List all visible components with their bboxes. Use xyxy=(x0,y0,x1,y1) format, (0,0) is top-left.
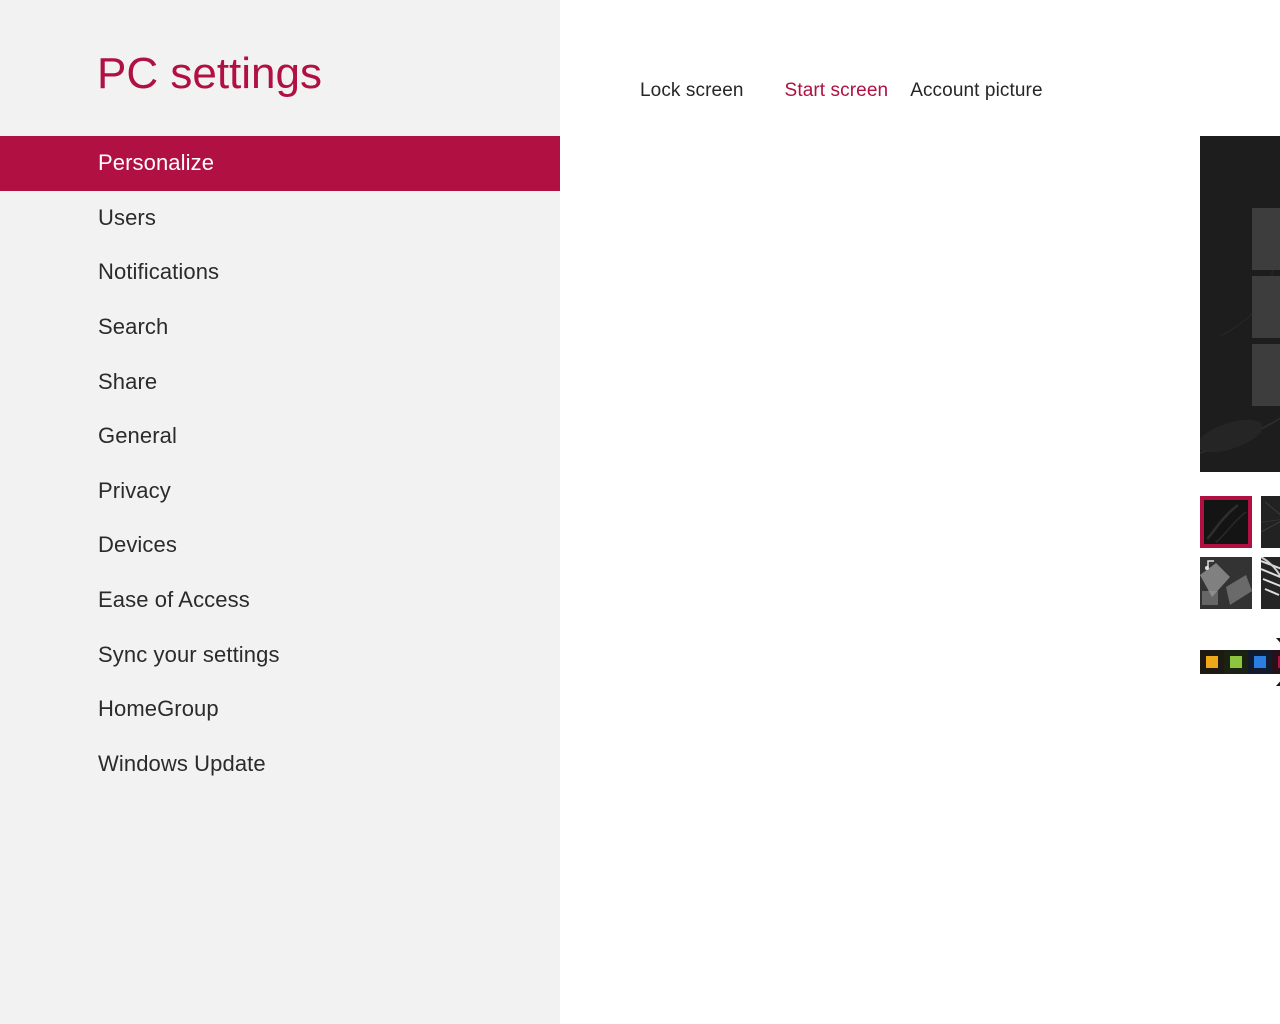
sidebar-item-notifications[interactable]: Notifications xyxy=(0,245,560,300)
sidebar-item-devices[interactable]: Devices xyxy=(0,518,560,573)
sidebar-item-label: Share xyxy=(98,368,158,394)
pc-settings-window: PC settings Personalize Users Notification… xyxy=(0,0,1280,1024)
color-swatch-inner xyxy=(1206,656,1218,668)
sidebar-item-privacy[interactable]: Privacy xyxy=(0,464,560,519)
sidebar-item-users[interactable]: Users xyxy=(0,191,560,246)
sidebar-item-label: Search xyxy=(98,314,169,340)
sidebar-nav-list: Personalize Users Notifications Search Share… xyxy=(0,136,560,791)
color-swatch[interactable] xyxy=(1224,650,1248,674)
color-marker-top-icon xyxy=(1276,638,1280,647)
sidebar-item-windows-update[interactable]: Windows Update xyxy=(0,737,560,792)
preview-tile xyxy=(1252,344,1280,406)
background-thumbnail[interactable] xyxy=(1200,557,1252,609)
sidebar: PC settings Personalize Users Notification… xyxy=(0,0,560,1024)
sidebar-item-label: Devices xyxy=(98,532,177,558)
preview-tile xyxy=(1252,276,1280,338)
sidebar-item-label: Ease of Access xyxy=(98,587,250,613)
tile-grid xyxy=(1252,208,1280,416)
color-swatch[interactable] xyxy=(1272,650,1280,674)
tab-lock-screen[interactable]: Lock screen xyxy=(640,80,744,102)
background-thumbnail-grid: x xyxy=(1200,496,1280,609)
color-marker-bottom-icon xyxy=(1276,677,1280,686)
sidebar-item-homegroup[interactable]: HomeGroup xyxy=(0,682,560,737)
color-swatch[interactable] xyxy=(1248,650,1272,674)
sidebar-item-label: Users xyxy=(98,204,156,230)
sidebar-item-search[interactable]: Search xyxy=(0,300,560,355)
sidebar-item-label: Notifications xyxy=(98,259,220,285)
sidebar-item-label: HomeGroup xyxy=(98,696,219,722)
background-thumbnail[interactable] xyxy=(1261,496,1280,548)
sidebar-item-sync-your-settings[interactable]: Sync your settings xyxy=(0,627,560,682)
tab-account-picture[interactable]: Account picture xyxy=(910,80,1042,102)
sidebar-item-share[interactable]: Share xyxy=(0,354,560,409)
sidebar-item-label: General xyxy=(98,423,177,449)
sidebar-item-label: Privacy xyxy=(98,477,171,503)
background-thumbnail[interactable] xyxy=(1200,496,1252,548)
color-swatch-strip xyxy=(1200,650,1280,674)
color-picker xyxy=(1200,636,1280,688)
sidebar-item-label: Sync your settings xyxy=(98,641,280,667)
main-pane: Lock screen Start screen Account picture xyxy=(560,0,1280,1024)
sidebar-item-ease-of-access[interactable]: Ease of Access xyxy=(0,573,560,628)
color-swatch-inner xyxy=(1254,656,1266,668)
tab-start-screen[interactable]: Start screen xyxy=(785,80,889,102)
page-title: PC settings xyxy=(97,49,322,98)
tab-bar: Lock screen Start screen Account picture xyxy=(640,80,1043,102)
color-swatch[interactable] xyxy=(1200,650,1224,674)
sidebar-item-personalize[interactable]: Personalize xyxy=(0,136,560,191)
sidebar-item-general[interactable]: General xyxy=(0,409,560,464)
sidebar-item-label: Windows Update xyxy=(98,750,266,776)
preview-tile xyxy=(1252,208,1280,270)
color-swatch-inner xyxy=(1230,656,1242,668)
start-screen-preview[interactable] xyxy=(1200,136,1280,472)
sidebar-item-label: Personalize xyxy=(98,150,215,176)
background-thumbnail[interactable] xyxy=(1261,557,1280,609)
